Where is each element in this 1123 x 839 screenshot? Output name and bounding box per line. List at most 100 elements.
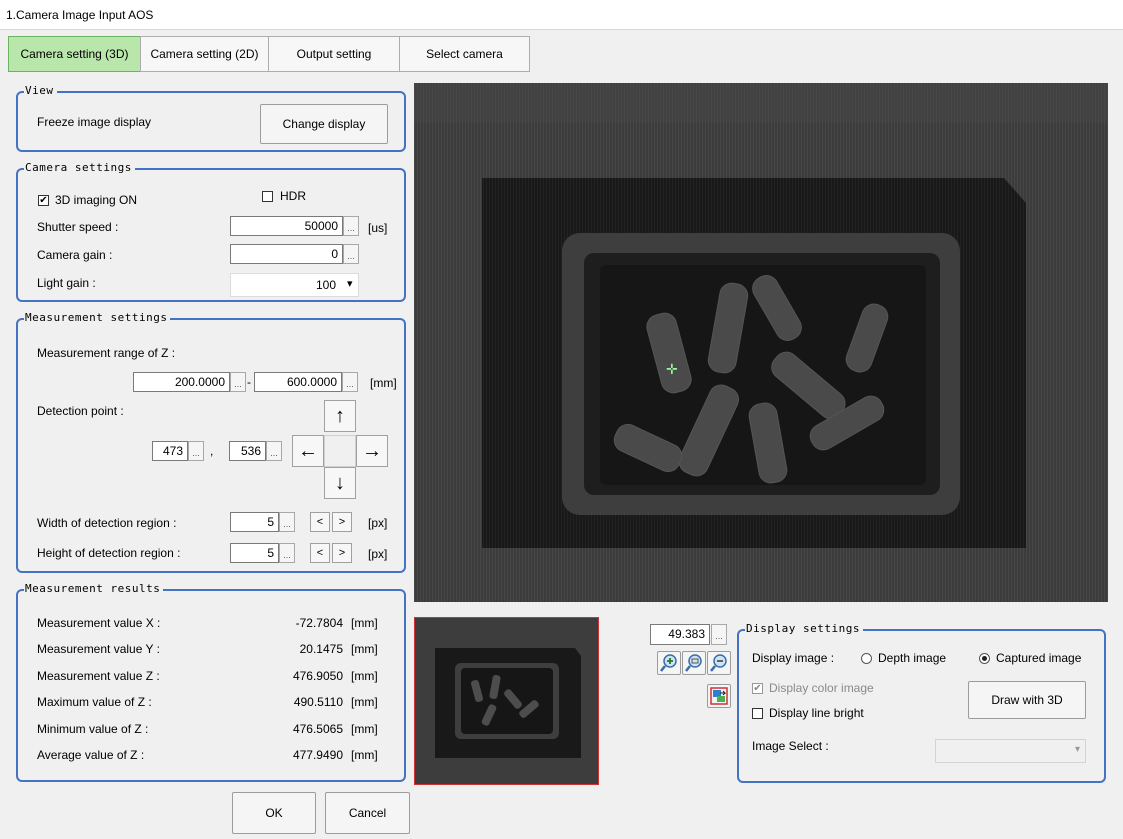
shutter-speed-ellipsis-button[interactable]: ... [343, 216, 359, 236]
camera-settings-legend: Camera settings [24, 161, 135, 174]
measurement-results-group: Measurement results Measurement value X … [16, 582, 406, 782]
zoom-fit-button[interactable] [682, 651, 706, 675]
width-detection-label: Width of detection region : [37, 516, 177, 530]
svg-text:✛: ✛ [666, 362, 678, 378]
display-settings-legend: Display settings [745, 622, 863, 635]
tab-camera-setting-2d[interactable]: Camera setting (2D) [140, 36, 269, 72]
result-unit-x: [mm] [351, 616, 378, 630]
captured-image-label: Captured image [996, 651, 1082, 665]
measurement-settings-legend: Measurement settings [24, 311, 171, 324]
image-select-label: Image Select : [752, 739, 829, 753]
result-label-avg-z: Average value of Z : [37, 748, 145, 762]
arrow-right-button[interactable]: → [356, 435, 388, 467]
result-label-x: Measurement value X : [37, 616, 161, 630]
range-separator: - [247, 375, 251, 389]
result-value-avg-z: 477.9490 [292, 748, 343, 762]
zoom-out-button[interactable] [707, 651, 731, 675]
arrow-pad-center [324, 435, 356, 467]
tab-output-setting[interactable]: Output setting [268, 36, 400, 72]
display-line-bright-label: Display line bright [769, 706, 864, 720]
arrow-up-button[interactable]: ↑ [324, 400, 356, 432]
display-color-image-checkbox[interactable]: ✔ [752, 683, 763, 694]
camera-image: ✛ [414, 83, 1108, 602]
display-image-label: Display image : [752, 651, 835, 665]
width-detection-input[interactable]: 5 [230, 512, 279, 532]
result-label-z: Measurement value Z : [37, 669, 160, 683]
height-increase-button[interactable]: > [332, 543, 352, 563]
measurement-range-label: Measurement range of Z : [37, 346, 176, 360]
detection-y-input[interactable]: 536 [229, 441, 266, 461]
view-group: View Freeze image display Change display [16, 84, 406, 152]
shutter-speed-input[interactable]: 50000 [230, 216, 343, 236]
light-gain-select[interactable]: 100 [230, 273, 359, 297]
result-label-y: Measurement value Y : [37, 642, 160, 656]
image-thumbnail[interactable] [414, 617, 599, 785]
range-max-input[interactable]: 600.0000 [254, 372, 342, 392]
3d-imaging-checkbox[interactable]: ✔ [38, 195, 49, 206]
range-min-input[interactable]: 200.0000 [133, 372, 230, 392]
range-min-ellipsis-button[interactable]: ... [230, 372, 246, 392]
3d-imaging-label: 3D imaging ON [55, 193, 138, 207]
hdr-checkbox[interactable] [262, 191, 273, 202]
depth-image-radio[interactable] [861, 653, 872, 664]
result-label-max-z: Maximum value of Z : [37, 695, 152, 709]
cancel-button[interactable]: Cancel [325, 792, 410, 834]
display-color-image-label: Display color image [769, 681, 874, 695]
height-detection-label: Height of detection region : [37, 546, 181, 560]
range-unit: [mm] [370, 376, 397, 390]
chevron-down-icon: ▾ [347, 278, 353, 290]
zoom-ellipsis-button[interactable]: ... [711, 624, 727, 645]
arrow-left-button[interactable]: ← [292, 435, 324, 467]
window-titlebar: 1.Camera Image Input AOS [0, 0, 1123, 30]
ok-button[interactable]: OK [232, 792, 316, 834]
draw-with-3d-button[interactable]: Draw with 3D [968, 681, 1086, 719]
height-unit: [px] [368, 547, 388, 561]
freeze-image-label: Freeze image display [37, 115, 152, 129]
result-value-z: 476.9050 [292, 669, 343, 683]
display-line-bright-checkbox[interactable] [752, 708, 763, 719]
camera-gain-label: Camera gain : [37, 248, 113, 262]
arrow-down-button[interactable]: ↓ [324, 467, 356, 499]
result-value-y: 20.1475 [299, 642, 343, 656]
captured-image-radio[interactable] [979, 653, 990, 664]
zoom-out-icon [710, 654, 727, 672]
image-transfer-button[interactable] [707, 684, 731, 708]
hdr-label: HDR [280, 189, 306, 203]
detection-x-input[interactable]: 473 [152, 441, 188, 461]
tab-select-camera[interactable]: Select camera [399, 36, 530, 72]
camera-settings-group: Camera settings ✔ 3D imaging ON HDR Shut… [16, 161, 406, 302]
height-decrease-button[interactable]: < [310, 543, 330, 563]
light-gain-label: Light gain : [37, 276, 96, 290]
zoom-in-button[interactable] [657, 651, 681, 675]
detection-y-ellipsis-button[interactable]: ... [266, 441, 282, 461]
measurement-settings-group: Measurement settings Measurement range o… [16, 311, 406, 573]
depth-image-label: Depth image [878, 651, 947, 665]
result-unit-max-z: [mm] [351, 695, 378, 709]
result-unit-min-z: [mm] [351, 722, 378, 736]
width-unit: [px] [368, 516, 388, 530]
result-value-max-z: 490.5110 [293, 695, 343, 709]
camera-image-view[interactable]: ✛ [414, 83, 1108, 602]
result-label-min-z: Minimum value of Z : [37, 722, 149, 736]
width-ellipsis-button[interactable]: ... [279, 512, 295, 532]
window-title: 1.Camera Image Input AOS [6, 8, 154, 22]
measurement-results-legend: Measurement results [24, 582, 164, 595]
tab-camera-setting-3d[interactable]: Camera setting (3D) [8, 36, 141, 72]
detection-point-label: Detection point : [37, 404, 124, 418]
range-max-ellipsis-button[interactable]: ... [342, 372, 358, 392]
width-decrease-button[interactable]: < [310, 512, 330, 532]
chevron-down-icon: ▾ [1074, 744, 1080, 755]
height-ellipsis-button[interactable]: ... [279, 543, 295, 563]
zoom-value-input[interactable]: 49.383 [650, 624, 710, 645]
camera-gain-input[interactable]: 0 [230, 244, 343, 264]
image-select-dropdown[interactable]: ▾ [935, 739, 1086, 763]
change-display-button[interactable]: Change display [260, 104, 388, 144]
height-detection-input[interactable]: 5 [230, 543, 279, 563]
result-unit-z: [mm] [351, 669, 378, 683]
detection-comma: , [210, 444, 214, 458]
result-value-min-z: 476.5065 [292, 722, 343, 736]
detection-x-ellipsis-button[interactable]: ... [188, 441, 204, 461]
width-increase-button[interactable]: > [332, 512, 352, 532]
display-settings-group: Display settings Display image : Depth i… [737, 622, 1106, 783]
camera-gain-ellipsis-button[interactable]: ... [343, 244, 359, 264]
